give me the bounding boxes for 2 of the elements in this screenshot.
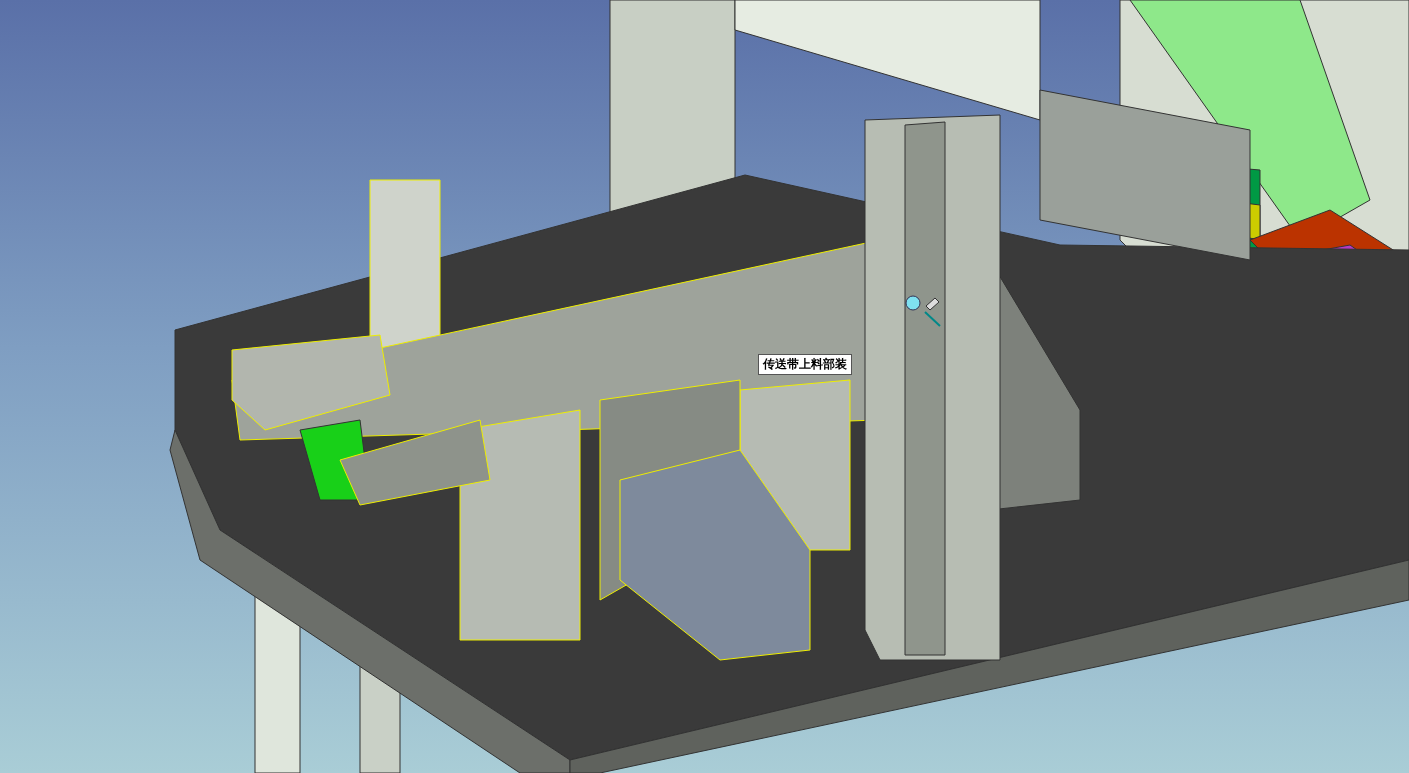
- pin-cursor-icon: [905, 295, 941, 327]
- part-tooltip: 传送带上料部装: [758, 354, 852, 375]
